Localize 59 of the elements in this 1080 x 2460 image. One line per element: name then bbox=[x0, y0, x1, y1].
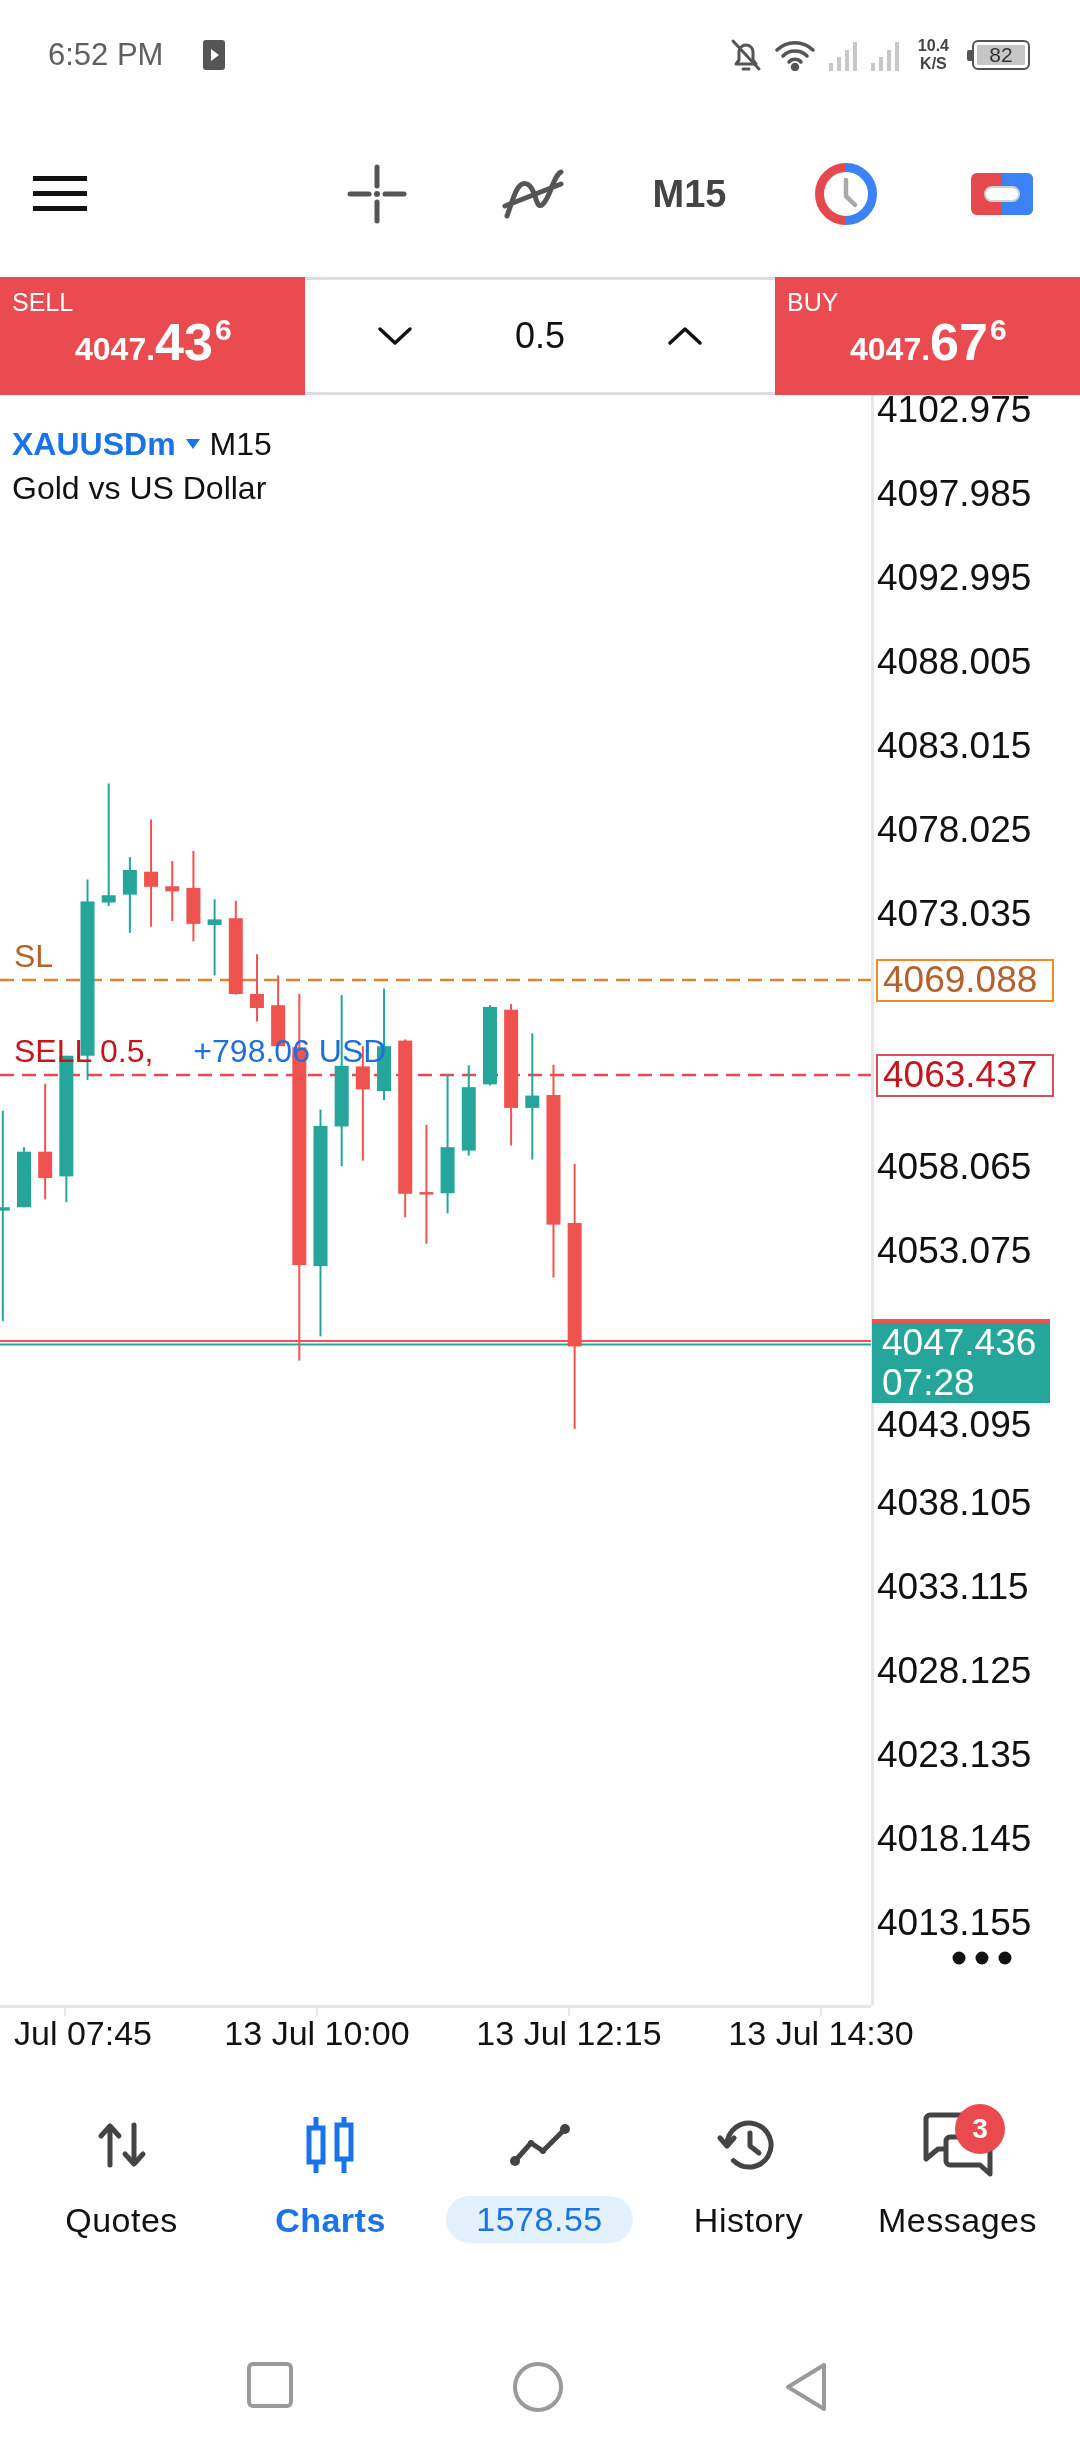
price-label: 4073.035 bbox=[877, 894, 1032, 935]
speed-unit: K/S bbox=[920, 55, 947, 73]
home-icon bbox=[513, 2362, 563, 2412]
candlestick bbox=[249, 953, 264, 1023]
candlestick bbox=[165, 860, 180, 923]
chevron-up-icon bbox=[667, 326, 703, 346]
stop-loss-price-tag: 4069.088 bbox=[876, 959, 1054, 1002]
price-label: 4058.065 bbox=[877, 1146, 1032, 1187]
network-speed: 10.4 bbox=[917, 37, 949, 55]
price-label: 4092.995 bbox=[877, 558, 1032, 599]
bar-countdown: 07:28 bbox=[882, 1363, 975, 1403]
crosshair-icon bbox=[347, 163, 408, 224]
timeframe-button[interactable]: M15 bbox=[646, 165, 733, 222]
caret-icon bbox=[185, 439, 200, 449]
signal-icon bbox=[869, 39, 900, 71]
order-price-tag: 4063.437 bbox=[876, 1054, 1054, 1097]
status-time: 6:52 PM bbox=[48, 37, 164, 73]
symbol-description: Gold vs US Dollar bbox=[12, 469, 268, 508]
price-label: 4038.105 bbox=[877, 1482, 1032, 1523]
nav-tab[interactable]: 1578.55 bbox=[440, 2115, 639, 2243]
play-icon bbox=[203, 40, 226, 70]
chevron-down-icon bbox=[377, 326, 413, 346]
time-label: 13 Jul 10:00 bbox=[224, 2013, 410, 2054]
bell-off-icon bbox=[729, 38, 762, 72]
nav-tab[interactable]: Quotes bbox=[59, 2115, 184, 2240]
more-icon bbox=[952, 1951, 1012, 1965]
back-icon bbox=[784, 2362, 828, 2412]
volume-field[interactable]: 0.5 bbox=[514, 314, 565, 358]
candlestick bbox=[17, 1146, 31, 1209]
wifi-icon bbox=[773, 39, 816, 71]
menu-icon bbox=[33, 176, 87, 211]
price-label: 4043.095 bbox=[877, 1405, 1032, 1445]
price-label: 4083.015 bbox=[877, 726, 1032, 767]
price-label: 4013.155 bbox=[877, 1903, 1032, 1944]
price-label: 4033.115 bbox=[877, 1566, 1029, 1607]
time-label: Jul 07:45 bbox=[14, 2013, 152, 2054]
recents-icon bbox=[247, 2362, 293, 2408]
price-label: 4018.145 bbox=[877, 1819, 1032, 1859]
toggle-icon bbox=[970, 172, 1033, 215]
price-label: 4023.135 bbox=[877, 1734, 1032, 1775]
price-label: 4097.985 bbox=[877, 474, 1032, 515]
notification-badge: 3 bbox=[955, 2104, 1005, 2154]
signal-icon bbox=[827, 39, 858, 71]
nav-tab[interactable]: History bbox=[687, 2115, 810, 2240]
more-button[interactable] bbox=[952, 1951, 1012, 1965]
timeframe-label: M15 bbox=[209, 425, 272, 464]
price-label: 4078.025 bbox=[877, 810, 1032, 851]
stop-loss-label: SL bbox=[14, 938, 54, 974]
time-label: 13 Jul 14:30 bbox=[728, 2013, 914, 2054]
time-label: 13 Jul 12:15 bbox=[476, 2013, 662, 2054]
clock-icon bbox=[814, 162, 877, 225]
up-down-arrows-icon bbox=[96, 2121, 147, 2169]
battery-indicator: 82 bbox=[967, 40, 1030, 70]
symbol-button[interactable]: XAUUSDm bbox=[12, 422, 200, 466]
price-label: 4053.075 bbox=[877, 1230, 1032, 1271]
price-label: 4028.125 bbox=[877, 1650, 1032, 1691]
current-price: 4047.436 bbox=[882, 1323, 1037, 1363]
price-label: 4088.005 bbox=[877, 642, 1032, 683]
nav-tab[interactable]: Charts bbox=[269, 2115, 392, 2240]
